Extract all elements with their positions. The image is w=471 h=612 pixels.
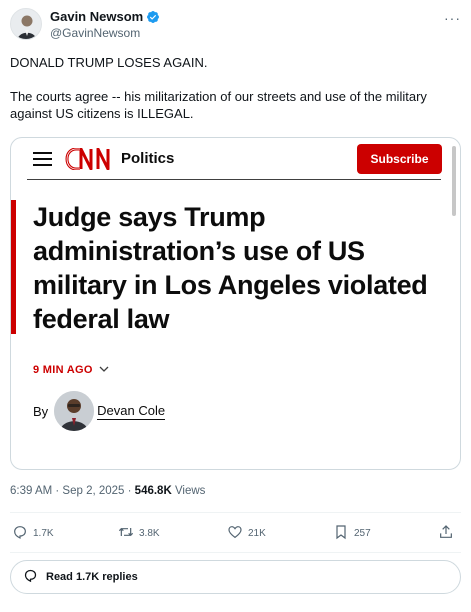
- reply-button[interactable]: 1.7K: [12, 524, 54, 543]
- cnn-logo: [64, 147, 118, 171]
- chevron-down-icon: [99, 365, 109, 376]
- headline-accent-bar: [11, 200, 16, 334]
- share-button[interactable]: [438, 524, 454, 543]
- tweet-actions: 1.7K 3.8K 21K 257: [10, 522, 461, 544]
- tweet-line-2: The courts agree -- his militarization o…: [10, 89, 427, 121]
- tweet-time[interactable]: 6:39 AM · Sep 2, 2025 ·: [10, 485, 135, 497]
- like-icon: [227, 524, 243, 543]
- share-icon: [438, 524, 454, 543]
- like-count: 21K: [248, 528, 266, 539]
- verified-badge-icon: [146, 10, 160, 24]
- divider: [10, 552, 461, 553]
- views-count: 546.8K: [134, 485, 172, 497]
- byline-prefix: By: [33, 403, 49, 419]
- tweet-header: Gavin Newsom @GavinNewsom ···: [10, 8, 461, 44]
- timestamp-text: 9 MIN AGO: [33, 364, 93, 376]
- bookmark-icon: [333, 524, 349, 543]
- author-photo: [54, 391, 95, 431]
- more-icon[interactable]: ···: [444, 10, 461, 26]
- cnn-nav-bar: Politics Subscribe: [11, 138, 460, 216]
- comment-icon: [23, 568, 38, 586]
- repost-icon: [118, 524, 134, 543]
- author-handle[interactable]: @GavinNewsom: [50, 26, 140, 40]
- reply-icon: [12, 524, 28, 543]
- divider: [10, 512, 461, 513]
- read-replies-label: Read 1.7K replies: [46, 571, 138, 583]
- author-name-row: Gavin Newsom: [50, 9, 160, 24]
- menu-icon: [33, 152, 52, 166]
- article-timestamp: 9 MIN AGO: [33, 364, 109, 376]
- section-label: Politics: [121, 150, 175, 167]
- tweet-meta: 6:39 AM · Sep 2, 2025 · 546.8K Views: [10, 485, 205, 497]
- nav-divider: [27, 179, 441, 180]
- author-name[interactable]: Gavin Newsom: [50, 9, 143, 24]
- reply-count: 1.7K: [33, 528, 54, 539]
- repost-count: 3.8K: [139, 528, 160, 539]
- article-image-card[interactable]: Politics Subscribe Judge says Trump admi…: [10, 137, 461, 470]
- subscribe-button: Subscribe: [357, 144, 442, 174]
- views-label: Views: [171, 485, 206, 497]
- bookmark-count: 257: [354, 528, 371, 539]
- byline-author: Devan Cole: [97, 402, 166, 420]
- like-button[interactable]: 21K: [227, 524, 266, 543]
- tweet-text: DONALD TRUMP LOSES AGAIN. The courts agr…: [10, 54, 450, 122]
- scrollbar: [452, 146, 456, 216]
- article-headline: Judge says Trump administration’s use of…: [33, 202, 428, 334]
- tweet-line-1: DONALD TRUMP LOSES AGAIN.: [10, 55, 208, 70]
- read-replies-button[interactable]: Read 1.7K replies: [10, 560, 461, 594]
- author-avatar[interactable]: [10, 8, 42, 40]
- bookmark-button[interactable]: 257: [333, 524, 371, 543]
- repost-button[interactable]: 3.8K: [118, 524, 160, 543]
- article-byline: By Devan Cole: [33, 391, 166, 431]
